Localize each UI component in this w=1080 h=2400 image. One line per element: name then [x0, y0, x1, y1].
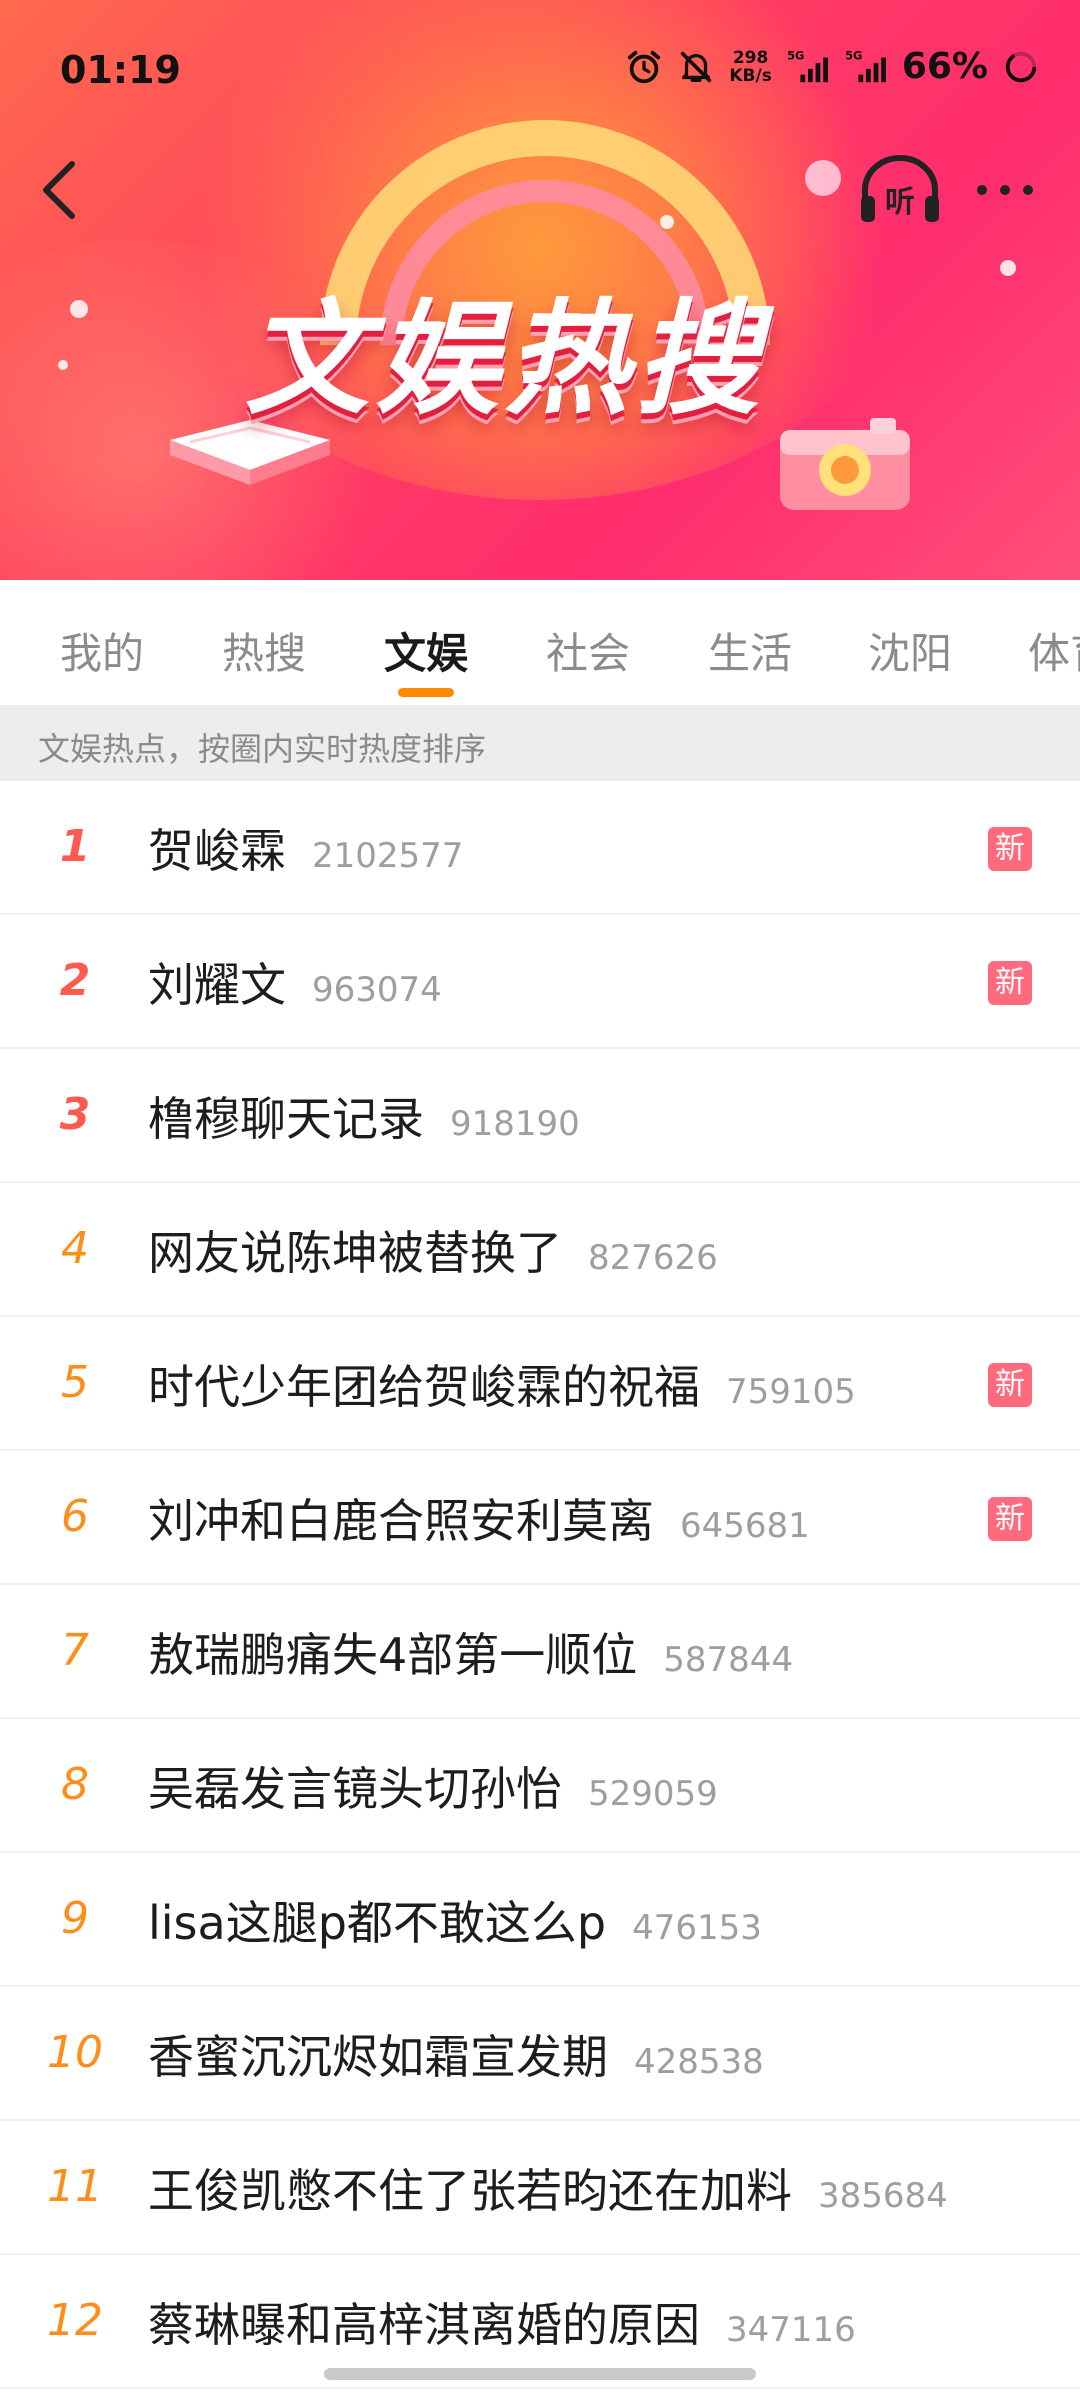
list-item[interactable]: 4 网友说陈坤被替换了 827626 — [0, 1183, 1080, 1317]
list-item[interactable]: 3 橹穆聊天记录 918190 — [0, 1049, 1080, 1183]
status-icons: 298 KB/s 5G 5G 66% — [625, 46, 1040, 87]
headphones-icon: 听 — [861, 155, 939, 222]
tab-hot-search[interactable]: 热搜 — [222, 620, 306, 681]
rank-number: 9 — [61, 1893, 89, 1944]
network-type-label-1: 5G — [787, 48, 804, 62]
heat-value: 759105 — [726, 1372, 856, 1412]
network-speed-unit: KB/s — [729, 65, 772, 86]
tab-entertainment[interactable]: 文娱 — [384, 620, 468, 681]
heat-value: 428538 — [634, 2042, 764, 2082]
topic-title: 刘冲和白鹿合照安利莫离 — [148, 1494, 654, 1548]
sparkle-dot — [805, 160, 841, 196]
list-item[interactable]: 11 王俊凯憋不住了张若昀还在加料 385684 — [0, 2121, 1080, 2255]
new-badge: 新 — [988, 1497, 1032, 1541]
list-description: 文娱热点，按圈内实时热度排序 — [0, 705, 1080, 781]
tab-life[interactable]: 生活 — [708, 620, 792, 681]
rank-number: 1 — [59, 821, 91, 872]
network-type-label-2: 5G — [845, 48, 862, 62]
home-indicator[interactable] — [324, 2368, 756, 2380]
battery-percent: 66% — [901, 46, 988, 87]
rank-number: 7 — [61, 1625, 89, 1676]
heat-value: 587844 — [663, 1640, 794, 1680]
rank-number: 3 — [59, 1089, 91, 1140]
rank-number: 11 — [47, 2161, 103, 2212]
heat-value: 347116 — [726, 2310, 856, 2350]
hot-search-list: 1 贺峻霖 2102577 新 2 刘耀文 963074 新 3 橹穆聊天记录 918… — [0, 781, 1080, 2389]
heat-value: 827626 — [588, 1238, 718, 1278]
list-description-text: 文娱热点，按圈内实时热度排序 — [38, 730, 487, 768]
topic-title: 香蜜沉沉烬如霜宣发期 — [148, 2030, 608, 2084]
sparkle-dot — [58, 360, 68, 370]
rank-number: 10 — [47, 2027, 103, 2078]
topic-title: 橹穆聊天记录 — [148, 1092, 424, 1146]
rank-number: 5 — [61, 1357, 89, 1408]
tab-society[interactable]: 社会 — [546, 620, 630, 681]
topic-title: 王俊凯憋不住了张若昀还在加料 — [148, 2164, 792, 2218]
network-speed-value: 298 — [732, 47, 769, 68]
sparkle-dot — [70, 300, 88, 318]
list-item[interactable]: 7 敖瑞鹏痛失4部第一顺位 587844 — [0, 1585, 1080, 1719]
back-arrow-icon[interactable] — [30, 150, 90, 230]
topic-title: 蔡琳曝和高梓淇离婚的原因 — [148, 2298, 700, 2352]
heat-value: 529059 — [588, 1774, 718, 1814]
heat-value: 2102577 — [312, 836, 464, 876]
list-item[interactable]: 8 吴磊发言镜头切孙怡 529059 — [0, 1719, 1080, 1853]
topic-title: 刘耀文 — [148, 958, 286, 1012]
mute-bell-icon — [681, 51, 712, 82]
battery-ring-icon — [1005, 51, 1037, 82]
tab-shenyang[interactable]: 沈阳 — [868, 620, 952, 681]
more-options-icon[interactable] — [970, 165, 1040, 215]
rank-number: 8 — [61, 1759, 89, 1810]
tab-mine[interactable]: 我的 — [60, 620, 144, 681]
list-item[interactable]: 9 lisa这腿p都不敢这么p 476153 — [0, 1853, 1080, 1987]
new-badge: 新 — [988, 961, 1032, 1005]
category-tabs: 我的 热搜 文娱 社会 生活 沈阳 体育 — [0, 580, 1080, 705]
status-bar: 01:19 298 KB/s 5G 5G 66% — [0, 0, 1080, 140]
rank-number: 4 — [61, 1223, 89, 1274]
listen-label: 听 — [885, 185, 915, 220]
sparkle-dot — [660, 215, 674, 229]
heat-value: 918190 — [450, 1104, 580, 1144]
heat-value: 645681 — [680, 1506, 810, 1546]
rank-number: 6 — [61, 1491, 89, 1542]
rank-number: 2 — [59, 955, 91, 1006]
heat-value: 385684 — [818, 2176, 948, 2216]
listen-button[interactable]: 听 — [855, 150, 945, 230]
heat-value: 963074 — [312, 970, 442, 1010]
topic-title: lisa这腿p都不敢这么p — [148, 1896, 607, 1950]
list-item[interactable]: 6 刘冲和白鹿合照安利莫离 645681 新 — [0, 1451, 1080, 1585]
network-speed: 298 KB/s — [729, 49, 771, 85]
active-tab-indicator — [398, 688, 454, 697]
topic-title: 时代少年团给贺峻霖的祝福 — [148, 1360, 700, 1414]
status-time: 01:19 — [60, 48, 181, 92]
list-item[interactable]: 5 时代少年团给贺峻霖的祝福 759105 新 — [0, 1317, 1080, 1451]
alarm-icon — [628, 50, 661, 83]
list-item[interactable]: 10 香蜜沉沉烬如霜宣发期 428538 — [0, 1987, 1080, 2121]
new-badge: 新 — [988, 1363, 1032, 1407]
signal-5g-icon-secondary: 5G — [845, 48, 886, 82]
rank-number: 12 — [47, 2295, 103, 2346]
signal-5g-icon: 5G — [787, 48, 828, 82]
new-badge: 新 — [988, 827, 1032, 871]
list-item[interactable]: 2 刘耀文 963074 新 — [0, 915, 1080, 1049]
topic-title: 贺峻霖 — [148, 824, 286, 878]
heat-value: 476153 — [632, 1908, 762, 1948]
hero-title: 文娱热搜 — [245, 288, 766, 432]
list-item[interactable]: 1 贺峻霖 2102577 新 — [0, 781, 1080, 915]
topic-title: 吴磊发言镜头切孙怡 — [148, 1762, 562, 1816]
topic-title: 网友说陈坤被替换了 — [148, 1226, 562, 1280]
topic-title: 敖瑞鹏痛失4部第一顺位 — [148, 1628, 638, 1682]
tab-sports[interactable]: 体育 — [1028, 620, 1080, 681]
sparkle-dot — [1000, 260, 1016, 276]
